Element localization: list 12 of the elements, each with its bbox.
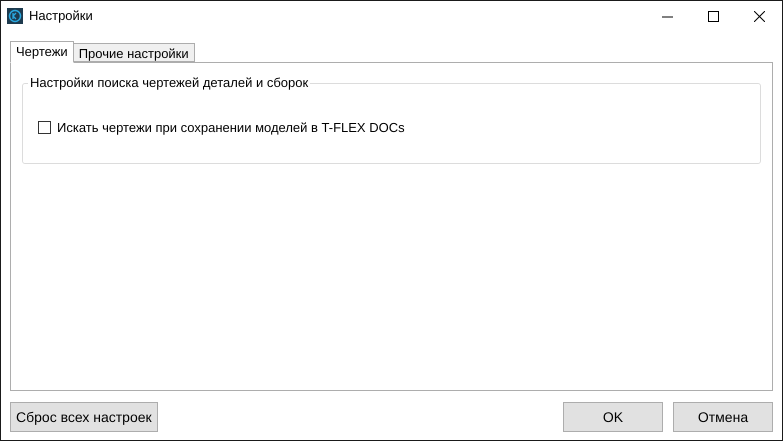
maximize-icon [708,10,718,22]
tab[interactable]: Чертежи [10,41,74,63]
window-title: Настройки [29,7,93,26]
checkbox-label: Искать чертежи при сохранении моделей в T-FLEX DOCs [57,119,405,137]
reset-button[interactable]: Сброс всех настроек [10,402,158,432]
close-icon [754,10,764,22]
checkbox[interactable] [38,121,51,134]
app-icon [7,8,23,24]
tab[interactable]: Прочие настройки [74,43,195,62]
group-title: Настройки поиска чертежей деталей и сборок [28,75,310,91]
cancel-button[interactable]: Отмена [673,402,773,432]
ok-button[interactable]: OK [563,402,663,432]
